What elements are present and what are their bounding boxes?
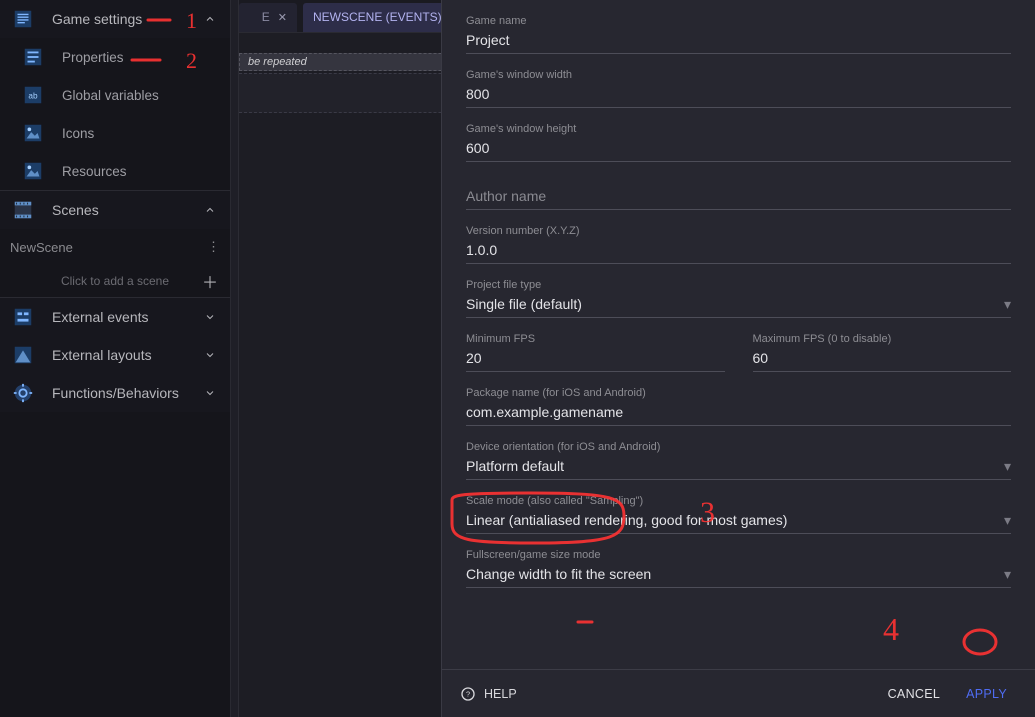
fullscreen-mode-select[interactable]: Change width to fit the screen ▾	[466, 562, 1011, 588]
sidebar-section-game-settings[interactable]: Game settings	[0, 0, 230, 38]
field-label-scale-mode: Scale mode (also called "Sampling")	[466, 494, 1011, 508]
help-label: HELP	[484, 687, 517, 701]
help-icon: ?	[460, 686, 476, 702]
window-height-input[interactable]: 600	[466, 136, 1011, 162]
author-name-input[interactable]: Author name	[466, 184, 1011, 210]
close-icon[interactable]: ✕	[278, 11, 287, 24]
package-name-input[interactable]: com.example.gamename	[466, 400, 1011, 426]
sidebar-section-functions[interactable]: Functions/Behaviors	[0, 374, 230, 412]
cancel-button[interactable]: CANCEL	[878, 681, 951, 707]
sidebar-item-label: Properties	[62, 50, 220, 65]
tab-label: NEWSCENE (EVENTS)	[313, 10, 442, 24]
tab-label-fragment: E	[262, 10, 270, 24]
version-input[interactable]: 1.0.0	[466, 238, 1011, 264]
dropdown-icon: ▾	[1004, 509, 1011, 531]
add-scene-hint: Click to add a scene	[61, 274, 169, 288]
max-fps-input[interactable]: 60	[753, 346, 1012, 372]
main-area: E ✕ NEWSCENE (EVENTS) ✕ be repeated Game…	[239, 0, 1035, 717]
sidebar-section-label: Scenes	[52, 202, 204, 218]
tab-hidden[interactable]: E ✕	[239, 3, 297, 32]
scene-name-label: NewScene	[10, 240, 73, 255]
chevron-down-icon	[204, 311, 220, 323]
field-label-package-name: Package name (for iOS and Android)	[466, 386, 1011, 400]
sidebar-section-external-events[interactable]: External events	[0, 298, 230, 336]
svg-text:?: ?	[466, 689, 470, 698]
help-button[interactable]: ? HELP	[460, 686, 517, 702]
properties-panel: Game name Project Game's window width 80…	[441, 0, 1035, 717]
svg-text:ab: ab	[28, 92, 38, 101]
chevron-up-icon	[204, 204, 220, 216]
sidebar-section-label: Game settings	[52, 11, 204, 27]
field-label-max-fps: Maximum FPS (0 to disable)	[753, 332, 1012, 346]
sidebar-resize-handle[interactable]	[231, 0, 239, 717]
properties-icon	[20, 44, 46, 70]
orientation-select[interactable]: Platform default ▾	[466, 454, 1011, 480]
resources-icon	[20, 158, 46, 184]
sidebar-item-properties[interactable]: Properties	[0, 38, 230, 76]
field-label-fullscreen-mode: Fullscreen/game size mode	[466, 548, 1011, 562]
functions-icon	[10, 380, 36, 406]
field-label-game-name: Game name	[466, 14, 1011, 28]
sidebar-item-label: Global variables	[62, 88, 220, 103]
field-label-window-width: Game's window width	[466, 68, 1011, 82]
field-label-orientation: Device orientation (for iOS and Android)	[466, 440, 1011, 454]
sidebar-section-label: Functions/Behaviors	[52, 385, 204, 401]
chevron-up-icon	[204, 13, 220, 25]
sidebar-add-scene[interactable]: Click to add a scene ＋	[0, 265, 230, 297]
sidebar-item-icons[interactable]: Icons	[0, 114, 230, 152]
field-label-min-fps: Minimum FPS	[466, 332, 725, 346]
plus-icon: ＋	[202, 269, 218, 293]
document-lines-icon	[10, 6, 36, 32]
sidebar-item-global-variables[interactable]: ab Global variables	[0, 76, 230, 114]
properties-panel-body[interactable]: Game name Project Game's window width 80…	[442, 0, 1035, 669]
chevron-down-icon	[204, 387, 220, 399]
sidebar-item-label: Icons	[62, 126, 220, 141]
sidebar: Game settings Properties ab Global varia…	[0, 0, 231, 717]
project-file-type-select[interactable]: Single file (default) ▾	[466, 292, 1011, 318]
variables-icon: ab	[20, 82, 46, 108]
event-repeat-hint: be repeated	[248, 56, 307, 68]
apply-button[interactable]: APPLY	[956, 681, 1017, 707]
window-width-input[interactable]: 800	[466, 82, 1011, 108]
scenes-icon	[10, 197, 36, 223]
min-fps-input[interactable]: 20	[466, 346, 725, 372]
sidebar-section-label: External events	[52, 309, 204, 325]
dropdown-icon: ▾	[1004, 563, 1011, 585]
sidebar-section-label: External layouts	[52, 347, 204, 363]
sidebar-item-label: Resources	[62, 164, 220, 179]
field-label-window-height: Game's window height	[466, 122, 1011, 136]
scale-mode-select[interactable]: Linear (antialiased rendering, good for …	[466, 508, 1011, 534]
chevron-down-icon	[204, 349, 220, 361]
kebab-menu-icon[interactable]: ⋮	[207, 239, 220, 255]
external-layouts-icon	[10, 342, 36, 368]
dropdown-icon: ▾	[1004, 455, 1011, 477]
dropdown-icon: ▾	[1004, 293, 1011, 315]
field-label-version: Version number (X.Y.Z)	[466, 224, 1011, 238]
sidebar-item-resources[interactable]: Resources	[0, 152, 230, 190]
field-label-project-file-type: Project file type	[466, 278, 1011, 292]
sidebar-scene-item[interactable]: NewScene ⋮	[0, 229, 230, 265]
sidebar-section-external-layouts[interactable]: External layouts	[0, 336, 230, 374]
game-name-input[interactable]: Project	[466, 28, 1011, 54]
panel-footer: ? HELP CANCEL APPLY	[442, 669, 1035, 717]
external-events-icon	[10, 304, 36, 330]
picture-icon	[20, 120, 46, 146]
sidebar-section-scenes[interactable]: Scenes	[0, 191, 230, 229]
